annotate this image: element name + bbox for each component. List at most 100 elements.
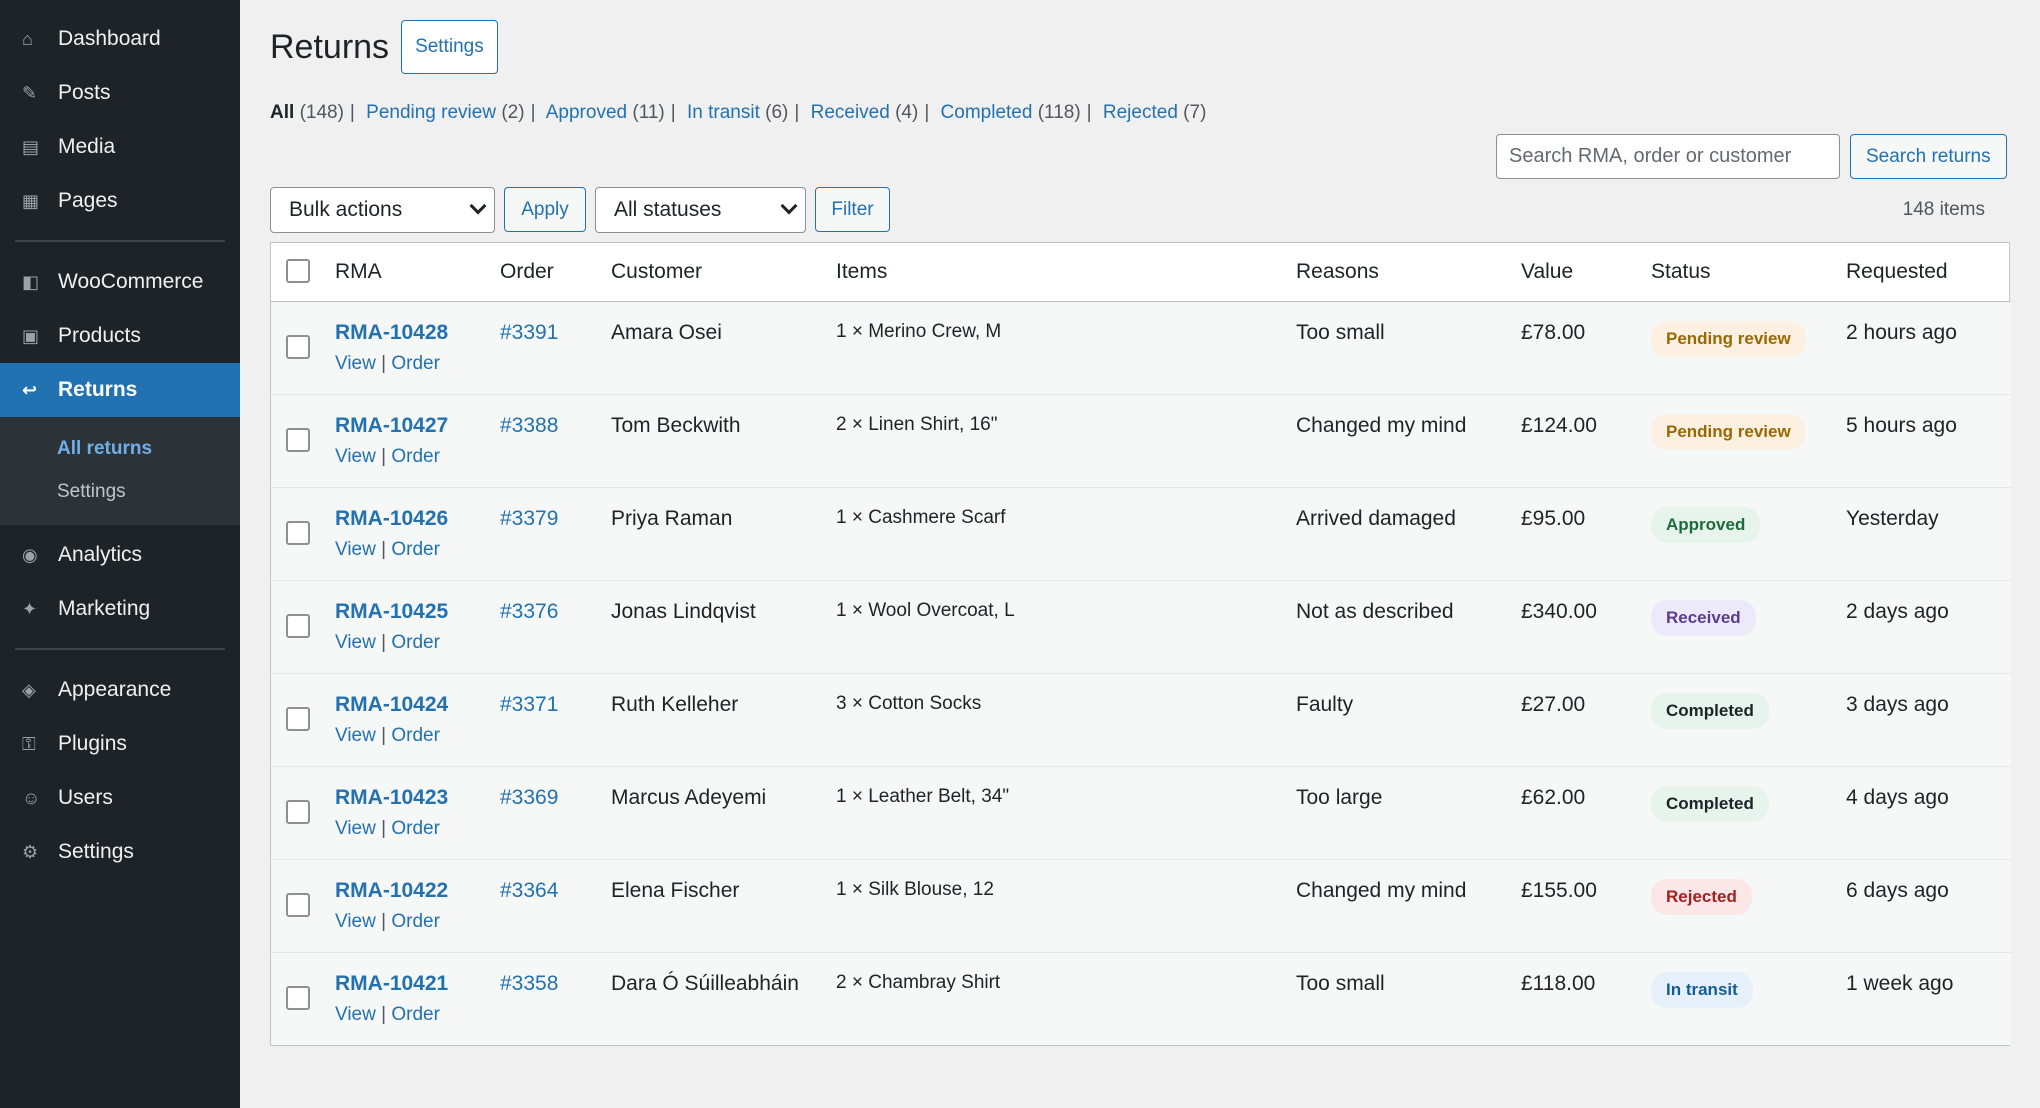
view-link[interactable]: View	[335, 446, 376, 467]
search-returns-button[interactable]: Search returns	[1850, 134, 2007, 179]
order-action-link[interactable]: Order	[391, 353, 440, 374]
order-link[interactable]: #3358	[500, 972, 558, 995]
menu-analytics[interactable]: ◉ Analytics	[0, 528, 240, 582]
rma-link[interactable]: RMA-10426	[335, 507, 448, 530]
menu-woocommerce[interactable]: ◧ WooCommerce	[0, 255, 240, 309]
filter-rejected[interactable]: Rejected	[1103, 102, 1178, 123]
menu-posts[interactable]: ✎ Posts	[0, 66, 240, 120]
order-link[interactable]: #3376	[500, 600, 558, 623]
menu-products[interactable]: ▣ Products	[0, 309, 240, 363]
filter-approved[interactable]: Approved	[546, 102, 627, 123]
select-all-checkbox[interactable]	[286, 258, 310, 283]
customer-cell: Priya Raman	[611, 486, 836, 580]
filter-separator: |	[670, 102, 676, 123]
menu-separator	[15, 240, 225, 242]
order-cell: #3358	[500, 951, 611, 1045]
order-link[interactable]: #3371	[500, 693, 558, 716]
row-checkbox[interactable]	[286, 706, 310, 731]
order-action-link[interactable]: Order	[391, 539, 440, 560]
row-checkbox[interactable]	[286, 520, 310, 545]
order-link[interactable]: #3379	[500, 507, 558, 530]
filter-received[interactable]: Received	[811, 102, 890, 123]
view-link[interactable]: View	[335, 539, 376, 560]
customer-cell: Dara Ó Súilleabháin	[611, 951, 836, 1045]
filter-completed[interactable]: Completed	[941, 102, 1033, 123]
order-link[interactable]: #3364	[500, 879, 558, 902]
row-checkbox[interactable]	[286, 334, 310, 359]
rma-link[interactable]: RMA-10427	[335, 414, 448, 437]
requested-cell: 4 days ago	[1846, 765, 2011, 859]
order-action-link[interactable]: Order	[391, 725, 440, 746]
filter-all[interactable]: All	[270, 102, 294, 123]
row-checkbox[interactable]	[286, 799, 310, 824]
menu-returns[interactable]: ↩ Returns	[0, 363, 240, 417]
admin-sidebar: ⌂ Dashboard ✎ Posts ▤ Media ▦ Pages ◧ WooComm…	[0, 0, 240, 1108]
filter-button[interactable]: Filter	[815, 187, 890, 232]
order-action-link[interactable]: Order	[391, 446, 440, 467]
order-link[interactable]: #3369	[500, 786, 558, 809]
menu-marketing[interactable]: ✦ Marketing	[0, 582, 240, 636]
menu-plugins[interactable]: ⚿ Plugins	[0, 717, 240, 771]
submenu-settings[interactable]: Settings	[0, 470, 240, 513]
order-action-link[interactable]: Order	[391, 911, 440, 932]
rma-link[interactable]: RMA-10424	[335, 693, 448, 716]
view-link[interactable]: View	[335, 911, 376, 932]
row-checkbox[interactable]	[286, 985, 310, 1010]
menu-pages[interactable]: ▦ Pages	[0, 174, 240, 228]
customer-cell: Marcus Adeyemi	[611, 765, 836, 859]
table-row: RMA-10427 View | Order #3388 Tom Beckwith 2 …	[271, 393, 2011, 487]
row-checkbox[interactable]	[286, 427, 310, 452]
column-items: Items	[836, 243, 1296, 302]
row-select-cell	[271, 579, 335, 673]
items-cell: 1 × Cashmere Scarf	[836, 486, 1296, 580]
row-checkbox[interactable]	[286, 892, 310, 917]
customer-cell: Ruth Kelleher	[611, 672, 836, 766]
order-action-link[interactable]: Order	[391, 1004, 440, 1025]
view-link[interactable]: View	[335, 818, 376, 839]
order-action-link[interactable]: Order	[391, 632, 440, 653]
menu-separator	[15, 648, 225, 650]
requested-cell: 3 days ago	[1846, 672, 2011, 766]
reason-cell: Changed my mind	[1296, 858, 1521, 952]
menu-dashboard[interactable]: ⌂ Dashboard	[0, 12, 240, 66]
status-filter-select[interactable]: All statuses	[595, 187, 806, 233]
order-action-link[interactable]: Order	[391, 818, 440, 839]
chevron-down-icon	[780, 197, 798, 215]
tablenav: Bulk actions Apply All statuses Filter 1…	[270, 187, 2010, 233]
chevron-down-icon	[469, 197, 487, 215]
menu-label: Appearance	[58, 678, 172, 701]
menu-settings[interactable]: ⚙ Settings	[0, 825, 240, 879]
search-input[interactable]	[1496, 134, 1840, 179]
menu-label: Settings	[58, 840, 134, 863]
view-link[interactable]: View	[335, 725, 376, 746]
submenu-all-returns[interactable]: All returns	[0, 427, 240, 470]
view-link[interactable]: View	[335, 1004, 376, 1025]
row-checkbox[interactable]	[286, 613, 310, 638]
bulk-actions-select[interactable]: Bulk actions	[270, 187, 495, 233]
row-select-cell	[271, 301, 335, 394]
apply-button[interactable]: Apply	[504, 187, 586, 232]
rma-link[interactable]: RMA-10423	[335, 786, 448, 809]
rma-cell: RMA-10428 View | Order	[335, 301, 500, 394]
posts-icon: ✎	[22, 82, 38, 103]
view-link[interactable]: View	[335, 632, 376, 653]
order-link[interactable]: #3391	[500, 321, 558, 344]
menu-appearance[interactable]: ◈ Appearance	[0, 663, 240, 717]
table-row: RMA-10428 View | Order #3391 Amara Osei 1 × …	[271, 301, 2011, 394]
customer-cell: Tom Beckwith	[611, 393, 836, 487]
rma-link[interactable]: RMA-10425	[335, 600, 448, 623]
rma-link[interactable]: RMA-10428	[335, 321, 448, 344]
filter-separator: |	[924, 102, 930, 123]
rma-link[interactable]: RMA-10421	[335, 972, 448, 995]
menu-users[interactable]: ☺ Users	[0, 771, 240, 825]
settings-button[interactable]: Settings	[401, 20, 498, 74]
menu-media[interactable]: ▤ Media	[0, 120, 240, 174]
table-row: RMA-10422 View | Order #3364 Elena Fischer 1…	[271, 858, 2011, 952]
order-link[interactable]: #3388	[500, 414, 558, 437]
value-cell: £118.00	[1521, 951, 1651, 1045]
rma-link[interactable]: RMA-10422	[335, 879, 448, 902]
view-link[interactable]: View	[335, 353, 376, 374]
status-cell: In transit	[1651, 951, 1846, 1045]
filter-pending-review[interactable]: Pending review	[366, 102, 496, 123]
filter-in-transit[interactable]: In transit	[687, 102, 760, 123]
